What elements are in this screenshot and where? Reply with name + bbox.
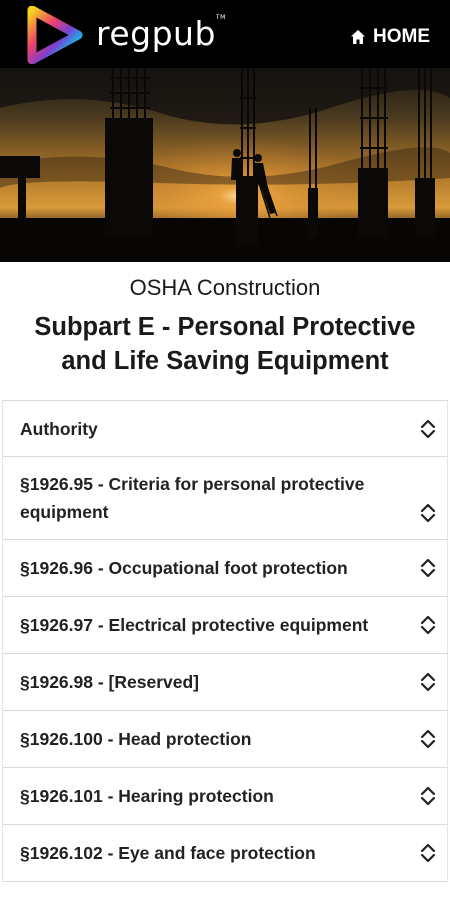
list-item-1926-98[interactable]: §1926.98 - [Reserved] <box>2 654 448 711</box>
expand-collapse-icon[interactable] <box>419 556 437 580</box>
list-item-label: §1926.95 - Criteria for personal protect… <box>20 474 365 522</box>
list-item-label: §1926.100 - Head protection <box>20 729 252 749</box>
list-item-label: §1926.96 - Occupational foot protection <box>20 558 348 578</box>
list-item-1926-97[interactable]: §1926.97 - Electrical protective equipme… <box>2 597 448 654</box>
list-item-1926-96[interactable]: §1926.96 - Occupational foot protection <box>2 540 448 597</box>
expand-collapse-icon[interactable] <box>419 784 437 808</box>
page-heading: OSHA Construction Subpart E - Personal P… <box>0 262 450 378</box>
page-title: Subpart E - Personal Protective and Life… <box>34 313 416 375</box>
regpub-logo-icon[interactable] <box>22 6 84 64</box>
list-item-label: §1926.98 - [Reserved] <box>20 672 199 692</box>
section-list: Authority §1926.95 - Criteria for person… <box>2 400 448 882</box>
home-label: HOME <box>373 26 430 47</box>
page-subtitle: OSHA Construction <box>129 275 321 300</box>
list-item-label: §1926.101 - Hearing protection <box>20 786 274 806</box>
list-item-1926-100[interactable]: §1926.100 - Head protection <box>2 711 448 768</box>
brand-name[interactable]: regpubTM <box>96 14 226 53</box>
list-item-label: Authority <box>20 418 98 439</box>
list-item-label: §1926.102 - Eye and face protection <box>20 843 316 863</box>
list-item-authority[interactable]: Authority <box>2 401 448 457</box>
expand-collapse-icon[interactable] <box>419 670 437 694</box>
expand-collapse-icon[interactable] <box>419 501 437 525</box>
list-item-1926-101[interactable]: §1926.101 - Hearing protection <box>2 768 448 825</box>
expand-collapse-icon[interactable] <box>419 727 437 751</box>
house-icon <box>351 30 365 44</box>
hero-image <box>0 68 450 262</box>
construction-silhouette-image <box>0 68 450 262</box>
expand-collapse-icon[interactable] <box>419 417 437 441</box>
home-button[interactable]: HOME <box>350 26 430 48</box>
top-bar: regpubTM HOME <box>0 0 450 68</box>
list-item-label: §1926.97 - Electrical protective equipme… <box>20 615 369 635</box>
list-item-1926-102[interactable]: §1926.102 - Eye and face protection <box>2 825 448 882</box>
list-item-1926-95[interactable]: §1926.95 - Criteria for personal protect… <box>2 457 448 540</box>
trademark-mark: TM <box>215 14 226 21</box>
expand-collapse-icon[interactable] <box>419 613 437 637</box>
expand-collapse-icon[interactable] <box>419 841 437 865</box>
